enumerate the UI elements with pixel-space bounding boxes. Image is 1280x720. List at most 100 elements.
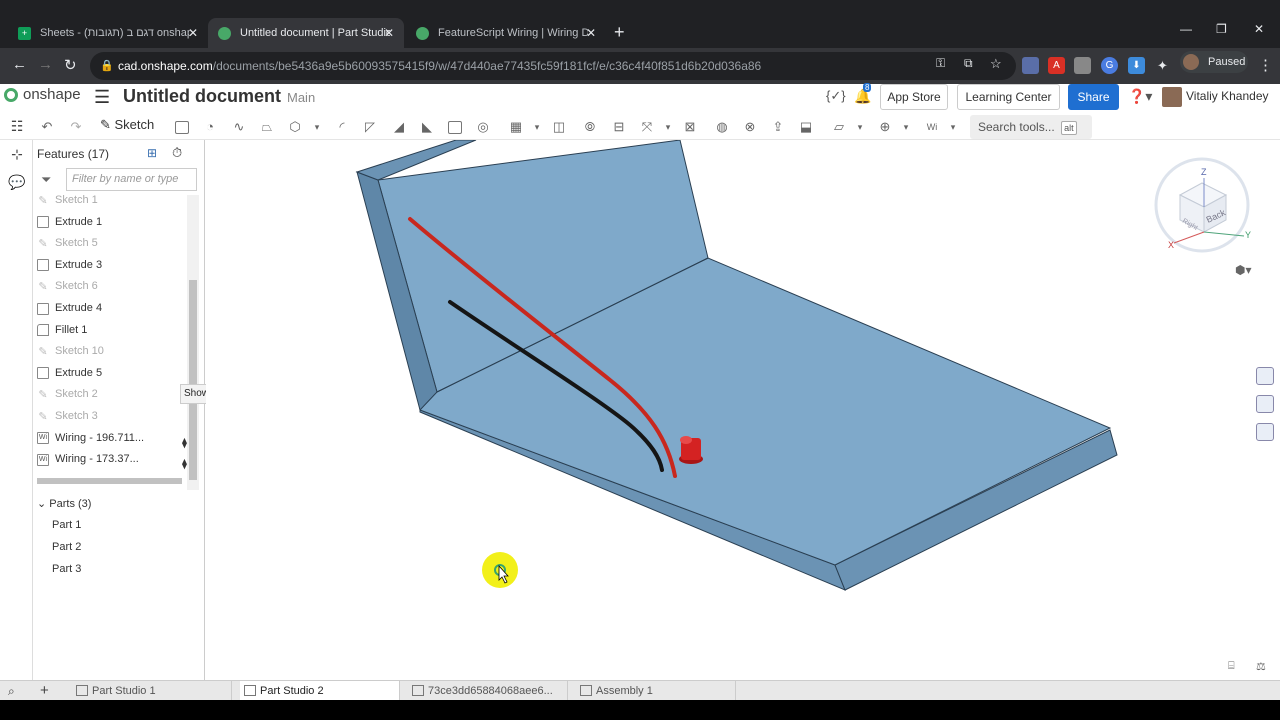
close-window-icon[interactable]: ✕ bbox=[1254, 22, 1264, 36]
chevron-down-icon[interactable]: ▾ bbox=[944, 118, 962, 136]
extrude-icon[interactable] bbox=[173, 118, 191, 136]
move-face-icon[interactable]: ⇪ bbox=[769, 118, 787, 136]
parts-header[interactable]: ⌄ Parts (3) bbox=[37, 497, 91, 510]
wiring-custom-feature-icon[interactable]: Wi bbox=[923, 118, 941, 136]
feature-list-toggle-icon[interactable]: ☷ bbox=[8, 118, 26, 136]
tab-assembly-1[interactable]: Assembly 1 bbox=[576, 681, 736, 701]
open-external-icon[interactable]: ⧉ bbox=[964, 56, 973, 71]
share-button[interactable]: Share bbox=[1068, 84, 1119, 110]
fillet-icon[interactable]: ◜ bbox=[333, 118, 351, 136]
split-icon[interactable]: ⊟ bbox=[610, 118, 628, 136]
revolve-icon[interactable]: ◔ bbox=[201, 118, 219, 136]
url-field[interactable]: 🔒 cad.onshape.com/documents/be5436a9e5b6… bbox=[90, 52, 1016, 80]
learning-center-button[interactable]: Learning Center bbox=[957, 84, 1060, 110]
translate-extension-icon[interactable]: G bbox=[1101, 57, 1118, 74]
close-icon[interactable]: ✕ bbox=[188, 26, 198, 40]
view-options-icon[interactable]: ⬢▾ bbox=[1235, 263, 1252, 277]
configurations-panel-icon[interactable] bbox=[1256, 423, 1274, 441]
tab-manager-icon[interactable]: ⌕ bbox=[8, 684, 15, 699]
close-icon[interactable]: ✕ bbox=[384, 26, 394, 40]
feature-item[interactable]: Wi Wiring - 173.37... ⧫ bbox=[37, 449, 187, 470]
feature-item[interactable]: ✎ Sketch 2 bbox=[37, 384, 187, 405]
onshape-logo[interactable]: onshape bbox=[4, 86, 81, 103]
pattern-icon[interactable]: ▦ bbox=[507, 118, 525, 136]
app-store-button[interactable]: App Store bbox=[880, 84, 948, 110]
feature-item[interactable]: Wi Wiring - 196.711... ⧫ bbox=[37, 428, 187, 449]
mass-properties-icon[interactable]: ⚖ bbox=[1256, 660, 1266, 673]
boolean-icon[interactable]: ⦾ bbox=[581, 118, 599, 136]
part-item[interactable]: Part 2 bbox=[52, 541, 81, 553]
comment-icon[interactable]: 💬 bbox=[8, 174, 26, 192]
feature-item[interactable]: Extrude 1 bbox=[37, 212, 187, 233]
replace-face-icon[interactable]: ⬓ bbox=[797, 118, 815, 136]
chamfer-icon[interactable]: ◸ bbox=[361, 118, 379, 136]
chevron-down-icon[interactable]: ▾ bbox=[897, 118, 915, 136]
modify-fillet-icon[interactable]: ◍ bbox=[713, 118, 731, 136]
forward-icon[interactable]: → bbox=[38, 56, 53, 73]
chevron-down-icon[interactable]: ▾ bbox=[659, 118, 677, 136]
sketch-button[interactable]: ✎ Sketch bbox=[100, 117, 154, 133]
parts-panel-icon[interactable] bbox=[1256, 395, 1274, 413]
redo-icon[interactable]: ↷ bbox=[67, 118, 85, 136]
browser-tab-featurescript[interactable]: FeatureScript Wiring | Wiring Demo ✕ bbox=[406, 18, 606, 48]
feature-item[interactable]: Extrude 5 bbox=[37, 363, 187, 384]
scrollbar-thumb[interactable] bbox=[189, 280, 197, 480]
delete-face-icon[interactable]: ⊗ bbox=[741, 118, 759, 136]
close-icon[interactable]: ✕ bbox=[586, 26, 596, 40]
profile-paused-chip[interactable]: Paused bbox=[1180, 51, 1248, 73]
add-tab-button[interactable]: + bbox=[40, 682, 49, 699]
mirror-icon[interactable]: ◫ bbox=[550, 118, 568, 136]
undo-icon[interactable]: ↶ bbox=[38, 118, 56, 136]
pdf-extension-icon[interactable]: A bbox=[1048, 57, 1065, 74]
tab-part-studio-1[interactable]: Part Studio 1 bbox=[72, 681, 232, 701]
extension-icon[interactable] bbox=[1074, 57, 1091, 74]
feature-item[interactable]: Extrude 4 bbox=[37, 298, 187, 319]
search-tools-input[interactable]: Search tools... altC bbox=[970, 115, 1092, 159]
chevron-down-icon[interactable]: ▾ bbox=[851, 118, 869, 136]
feature-item[interactable]: ✎ Sketch 6 bbox=[37, 276, 187, 297]
sweep-icon[interactable]: ∿ bbox=[230, 118, 248, 136]
plane-icon[interactable]: ▱ bbox=[830, 118, 848, 136]
hamburger-menu-icon[interactable]: ☰ bbox=[94, 87, 110, 108]
download-extension-icon[interactable]: ⬇ bbox=[1128, 57, 1145, 74]
delete-part-icon[interactable]: ⊠ bbox=[681, 118, 699, 136]
rib-icon[interactable]: ◣ bbox=[418, 118, 436, 136]
horizontal-scrollbar[interactable] bbox=[37, 478, 182, 484]
document-title[interactable]: Untitled document bbox=[123, 86, 281, 107]
view-cube[interactable]: Back Right Z X Y bbox=[1140, 150, 1260, 260]
add-folder-icon[interactable]: ⊞ bbox=[147, 146, 157, 160]
feature-list-scrollbar[interactable] bbox=[187, 195, 199, 490]
feature-item[interactable]: ✎ Sketch 3 bbox=[37, 406, 187, 427]
chevron-down-icon[interactable]: ▾ bbox=[308, 118, 326, 136]
bookmark-star-icon[interactable]: ☆ bbox=[990, 56, 1002, 72]
rollback-timer-icon[interactable]: ⏱ bbox=[172, 145, 182, 161]
feature-item[interactable]: ✎ Sketch 1 bbox=[37, 190, 187, 211]
measure-icon[interactable]: ⌸ bbox=[1228, 660, 1235, 673]
feature-item[interactable]: Extrude 3 bbox=[37, 255, 187, 276]
feature-item[interactable]: ✎ Sketch 10 bbox=[37, 341, 187, 362]
minimize-icon[interactable]: ― bbox=[1180, 22, 1192, 36]
hole-icon[interactable]: ◎ bbox=[474, 118, 492, 136]
notifications-bell-icon[interactable]: 🔔 8 bbox=[854, 83, 872, 105]
part-item[interactable]: Part 1 bbox=[52, 519, 81, 531]
reload-icon[interactable]: ↻ bbox=[64, 56, 77, 74]
mate-connector-icon[interactable]: ⊕ bbox=[876, 118, 894, 136]
featurescript-icon[interactable]: {✓} bbox=[826, 88, 846, 104]
thicken-icon[interactable]: ⬡ bbox=[286, 118, 304, 136]
feature-item[interactable]: Fillet 1 bbox=[37, 320, 187, 341]
insert-icon[interactable]: ⊹ bbox=[8, 146, 26, 164]
user-name[interactable]: Vitaliy Khandey bbox=[1186, 89, 1269, 103]
loft-icon[interactable]: ⏢ bbox=[258, 118, 276, 136]
key-icon[interactable]: ⚿ bbox=[936, 56, 945, 71]
kebab-menu-icon[interactable]: ⋮ bbox=[1258, 56, 1273, 74]
feature-item[interactable]: ✎ Sketch 5 bbox=[37, 233, 187, 254]
transform-icon[interactable]: ⤧ bbox=[638, 118, 656, 136]
help-icon[interactable]: ❓▾ bbox=[1128, 88, 1152, 105]
tab-image-file[interactable]: 73ce3dd65884068aee6... bbox=[408, 681, 568, 701]
feature-filter-input[interactable]: Filter by name or type bbox=[66, 168, 197, 191]
appearance-panel-icon[interactable] bbox=[1256, 367, 1274, 385]
part-item[interactable]: Part 3 bbox=[52, 563, 81, 575]
chevron-down-icon[interactable]: ▾ bbox=[528, 118, 546, 136]
browser-tab-part-studio[interactable]: Untitled document | Part Studio 2 ✕ bbox=[208, 18, 404, 48]
tab-part-studio-2[interactable]: Part Studio 2 bbox=[240, 681, 400, 701]
